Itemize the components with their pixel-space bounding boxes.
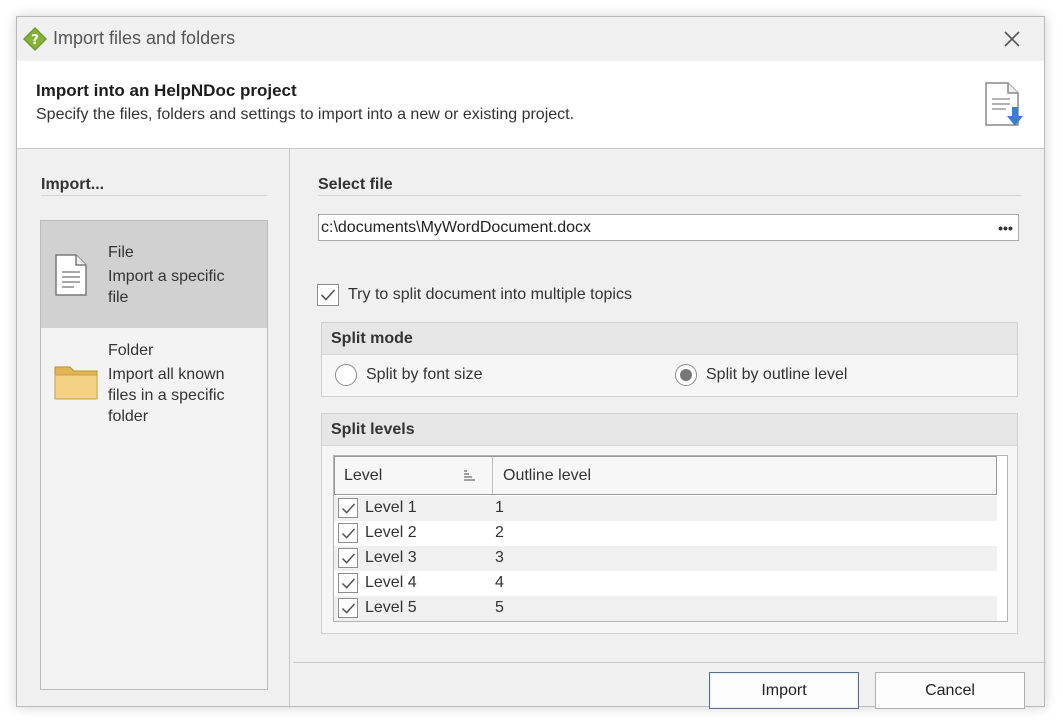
cancel-button[interactable]: Cancel (875, 672, 1025, 709)
level-checkbox[interactable] (338, 498, 358, 518)
radio-selected-dot (680, 369, 692, 381)
select-file-heading: Select file (318, 176, 393, 193)
checkmark-icon (341, 577, 355, 589)
browse-file-button[interactable]: ••• (993, 215, 1018, 240)
import-type-file[interactable]: File Import a specific file (41, 221, 267, 328)
level-cell: Level 1 (365, 499, 417, 516)
outline-level-cell: 5 (495, 599, 504, 616)
header-subtitle: Specify the files, folders and settings … (36, 106, 575, 123)
level-checkbox[interactable] (338, 523, 358, 543)
import-type-list: File Import a specific file Folder Impor… (40, 220, 268, 690)
grid-header: Level Outline level (334, 456, 997, 495)
import-type-file-title: File (108, 244, 134, 261)
outline-level-cell: 2 (495, 524, 504, 541)
file-path-input[interactable] (318, 214, 1019, 241)
split-by-font-size-radio[interactable] (335, 364, 357, 386)
split-document-label: Try to split document into multiple topi… (348, 286, 632, 303)
split-levels-heading: Split levels (331, 421, 415, 438)
import-type-folder-desc-3: folder (108, 408, 149, 425)
level-cell: Level 3 (365, 549, 417, 566)
column-header-level[interactable]: Level (344, 457, 382, 494)
import-heading: Import... (41, 176, 105, 193)
checkmark-icon (320, 289, 336, 301)
split-levels-group: Split levels Level Outline level Level 1… (321, 413, 1018, 634)
checkmark-icon (341, 527, 355, 539)
checkmark-icon (341, 552, 355, 564)
split-mode-heading: Split mode (331, 330, 413, 347)
split-mode-header: Split mode (322, 323, 1017, 355)
level-cell: Level 5 (365, 599, 417, 616)
checkmark-icon (341, 602, 355, 614)
import-type-file-desc-1: Import a specific (108, 268, 225, 285)
import-type-folder-desc-2: files in a specific (108, 387, 225, 404)
outline-level-cell: 4 (495, 574, 504, 591)
level-checkbox[interactable] (338, 548, 358, 568)
title-bar[interactable]: ? Import files and folders (17, 17, 1044, 61)
split-mode-group: Split mode Split by font size Split by o… (321, 322, 1018, 397)
close-icon (1004, 31, 1020, 47)
split-by-font-size-label: Split by font size (366, 366, 483, 383)
split-levels-header: Split levels (322, 414, 1017, 446)
import-button[interactable]: Import (709, 672, 859, 709)
import-type-folder-desc-1: Import all known (108, 366, 225, 383)
split-levels-grid[interactable]: Level Outline level Level 1 1 Level 2 2 … (333, 455, 1008, 622)
import-type-folder-title: Folder (108, 342, 154, 359)
level-checkbox[interactable] (338, 573, 358, 593)
dialog-header: Import into an HelpNDoc project Specify … (17, 61, 1044, 149)
column-header-outline-level[interactable]: Outline level (503, 457, 591, 494)
import-type-folder[interactable]: Folder Import all known files in a speci… (41, 328, 267, 438)
table-row[interactable]: Level 5 5 (334, 596, 997, 621)
outline-level-cell: 1 (495, 499, 504, 516)
import-document-icon (985, 82, 1023, 126)
folder-icon (54, 366, 98, 400)
import-type-pane: Import... File Import a specific file Fo… (17, 149, 290, 708)
close-button[interactable] (998, 25, 1026, 53)
document-icon (55, 254, 87, 296)
table-row[interactable]: Level 4 4 (334, 571, 997, 596)
window-title: Import files and folders (53, 28, 236, 48)
import-type-file-desc-2: file (108, 289, 129, 306)
outline-level-cell: 3 (495, 549, 504, 566)
import-dialog: ? Import files and folders Import into a… (16, 16, 1046, 709)
table-row[interactable]: Level 1 1 (334, 496, 997, 521)
divider (318, 195, 1021, 196)
checkmark-icon (341, 502, 355, 514)
divider (293, 662, 1046, 663)
level-cell: Level 4 (365, 574, 417, 591)
split-by-outline-level-label: Split by outline level (706, 366, 848, 383)
helpndoc-question-icon: ? (23, 27, 47, 51)
column-separator[interactable] (492, 457, 493, 494)
header-title: Import into an HelpNDoc project (36, 81, 297, 100)
level-cell: Level 2 (365, 524, 417, 541)
table-row[interactable]: Level 3 3 (334, 546, 997, 571)
settings-pane: Select file ••• Try to split document in… (291, 149, 1046, 709)
split-by-outline-level-radio[interactable] (675, 364, 697, 386)
split-document-checkbox[interactable] (317, 284, 339, 306)
level-checkbox[interactable] (338, 598, 358, 618)
sort-icon[interactable] (463, 469, 475, 481)
divider (41, 195, 267, 196)
svg-text:?: ? (31, 33, 39, 48)
table-row[interactable]: Level 2 2 (334, 521, 997, 546)
